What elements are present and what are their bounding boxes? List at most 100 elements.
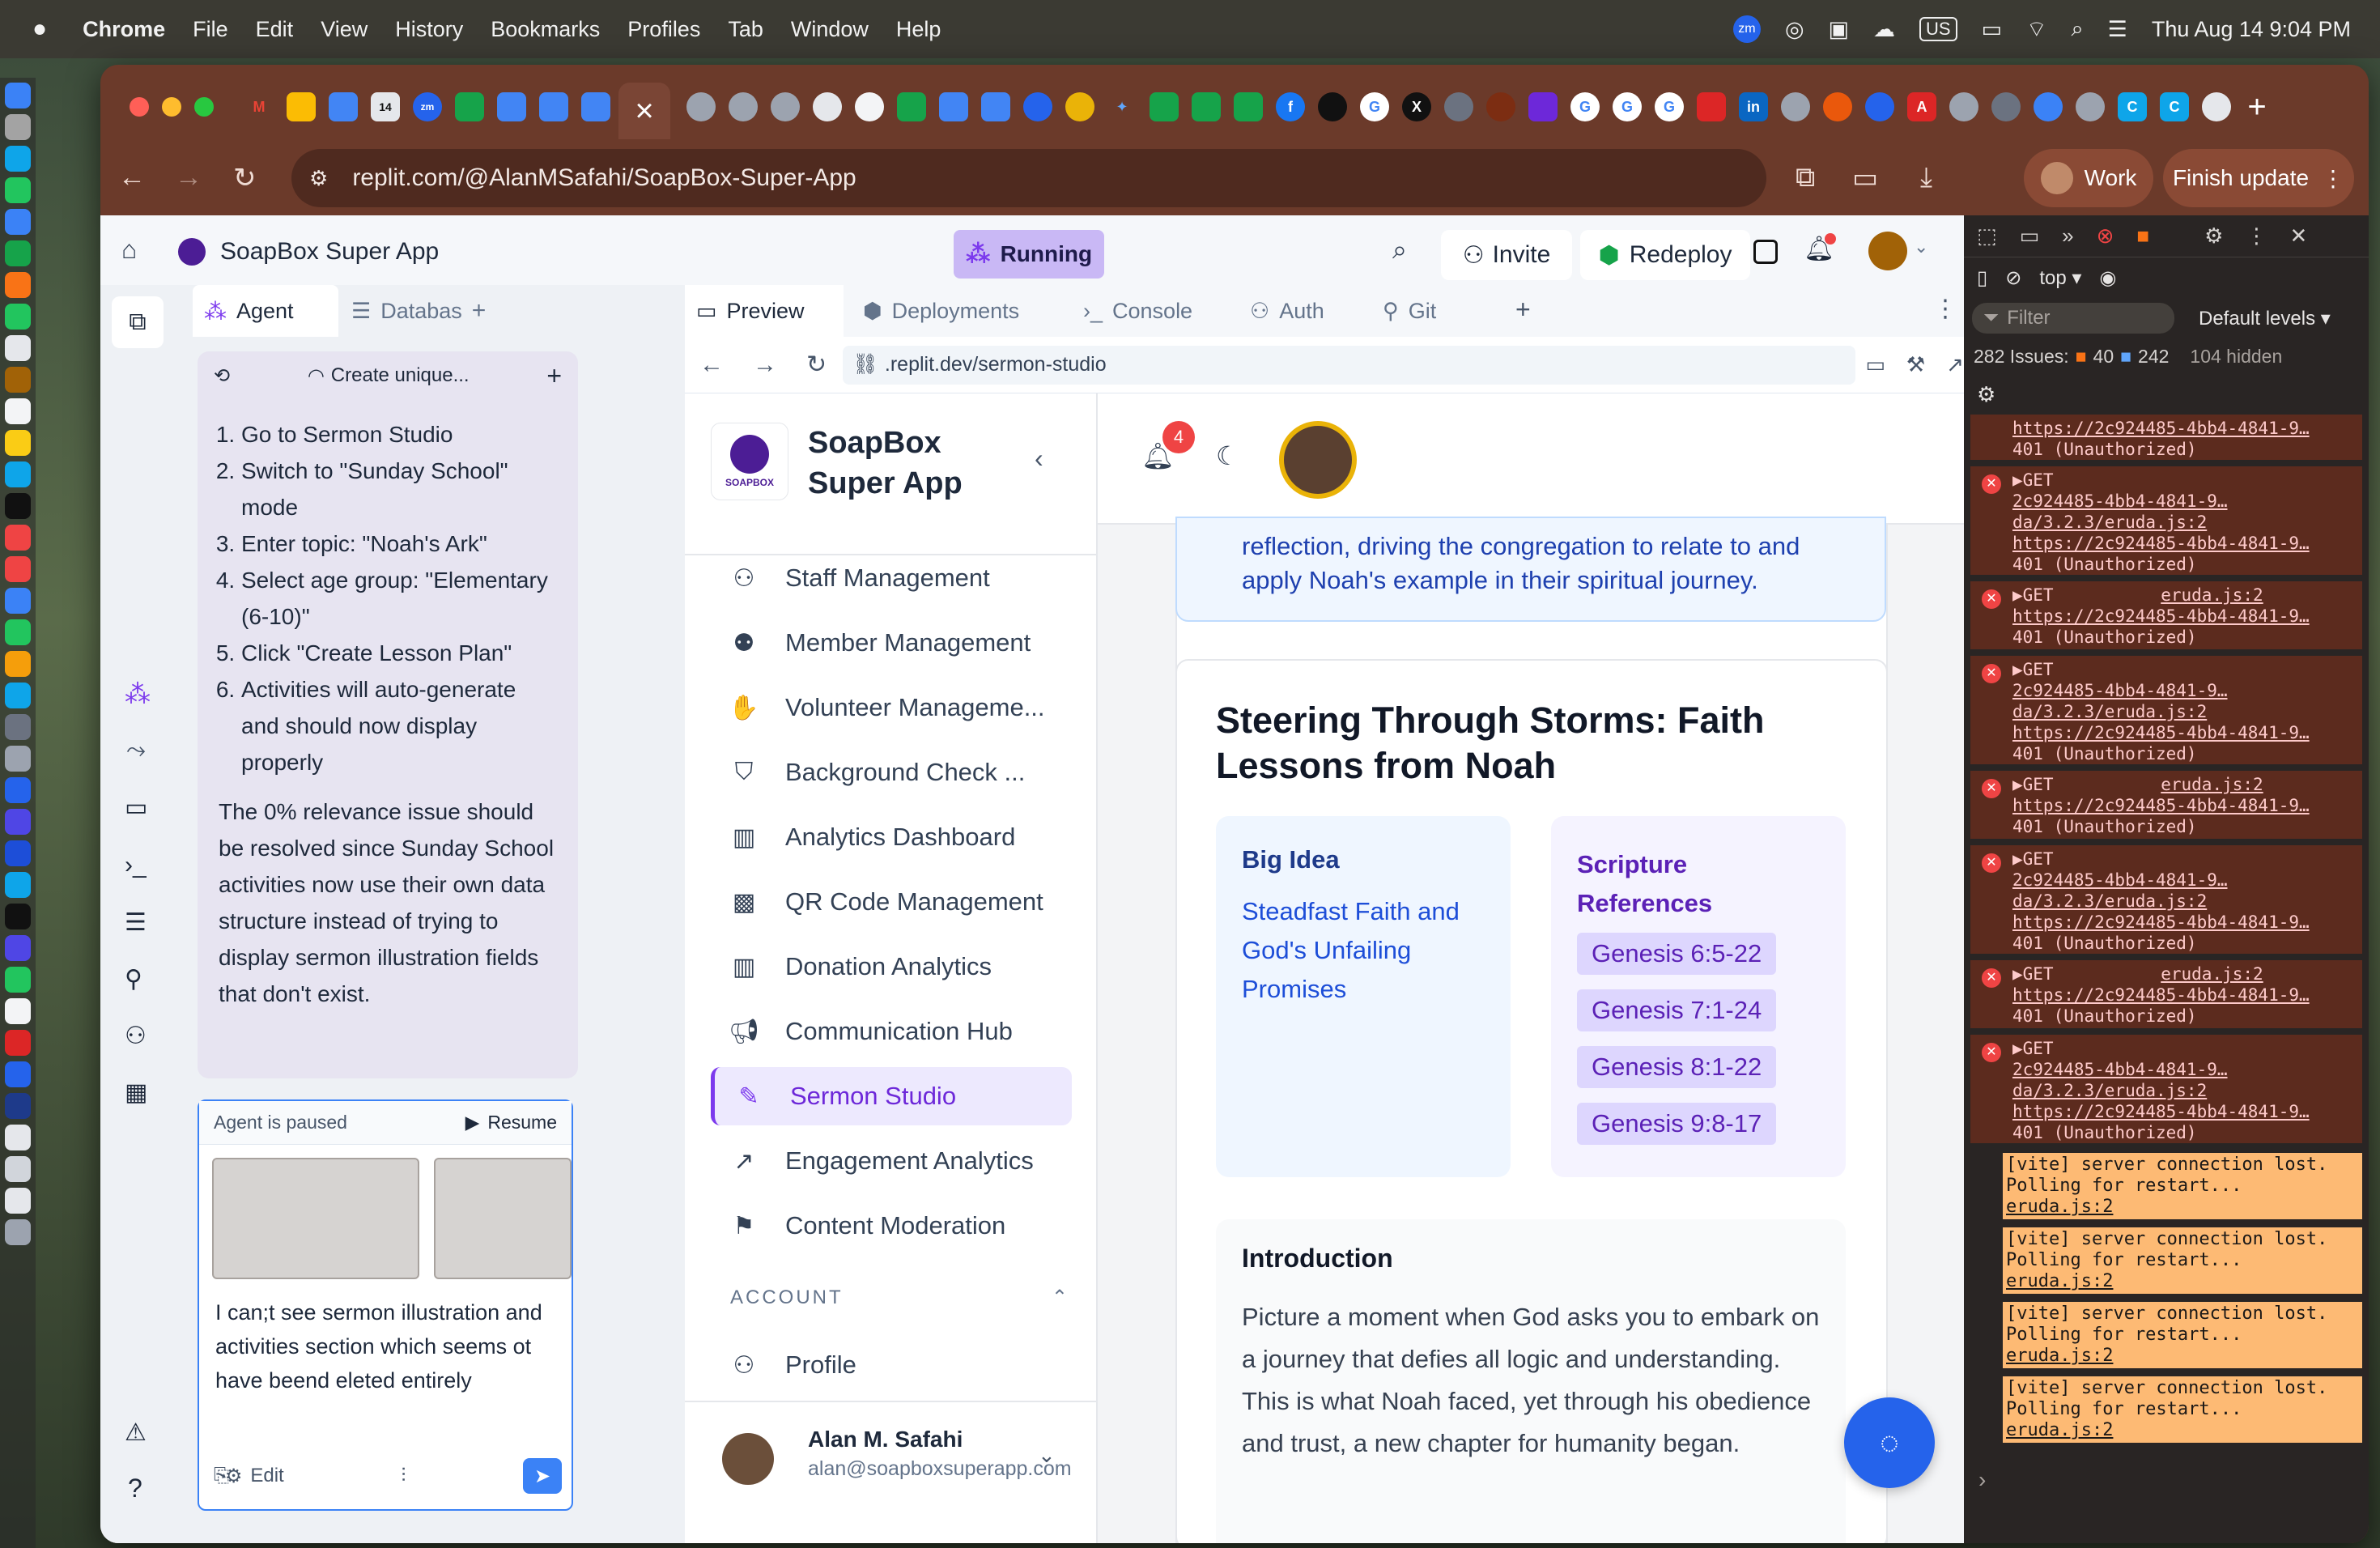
tab-icon-j[interactable] [2034, 92, 2063, 121]
dock-teams-icon[interactable] [5, 809, 31, 835]
dock-acrobat-icon[interactable] [5, 1030, 31, 1056]
tab-gemini-icon[interactable]: ✦ [1107, 92, 1137, 121]
nav-sermon-studio[interactable]: ✎ Sermon Studio [685, 1067, 1116, 1125]
dock-1password-icon[interactable] [5, 1093, 31, 1119]
scripture-reference[interactable]: Genesis 7:1-24 [1577, 989, 1777, 1031]
agent-rail-icon[interactable]: ⁂ [125, 678, 151, 709]
git-rail-icon[interactable]: ⚲ [125, 965, 142, 993]
dock-facetime-icon[interactable] [5, 304, 31, 330]
scripture-reference[interactable]: Genesis 8:1-22 [1577, 1046, 1777, 1088]
menu-history[interactable]: History [395, 17, 463, 42]
nav-volunteer-management[interactable]: ✋ Volunteer Manageme... [685, 678, 1116, 737]
devtools-wrench-icon[interactable]: ⚒ [1906, 352, 1925, 377]
settings-sliders-icon[interactable]: ⫶ [401, 1465, 406, 1487]
dock-file-icon[interactable] [5, 1188, 31, 1214]
moon-icon[interactable]: ☾ [1216, 440, 1239, 471]
tab-drive-icon[interactable] [287, 92, 316, 121]
error-source[interactable]: 2c924485-4bb4-4841-9…da/3.2.3/eruda.js:2 [2012, 680, 2352, 722]
error-url[interactable]: https://2c924485-4bb4-4841-9… [2012, 722, 2352, 743]
dock-keynote-icon[interactable] [5, 588, 31, 614]
tab-zoom-icon[interactable]: zm [413, 92, 442, 121]
tab-replit-icon-1[interactable] [686, 92, 716, 121]
project-name[interactable]: SoapBox Super App [220, 238, 439, 266]
finish-update-button[interactable]: Finish update ⋮ [2163, 149, 2354, 207]
tab-icon-i[interactable] [1991, 92, 2021, 121]
tab-git[interactable]: ⚲ Git [1383, 285, 1488, 337]
header-user-avatar[interactable] [1279, 421, 1357, 499]
dock-maps-icon[interactable] [5, 240, 31, 266]
tab-icon-n[interactable] [2202, 92, 2231, 121]
tab-icon-l[interactable]: C [2118, 92, 2147, 121]
menu-bookmarks[interactable]: Bookmarks [491, 17, 600, 42]
console-error-entry[interactable]: ✕ ▶GET 2c924485-4bb4-4841-9…da/3.2.3/eru… [1970, 466, 2362, 575]
tab-icon-f[interactable] [1823, 92, 1852, 121]
tab-replit-icon-2[interactable] [729, 92, 758, 121]
error-source[interactable]: eruda.js:2 [2161, 775, 2263, 794]
menubar-clock[interactable]: Thu Aug 14 9:04 PM [2152, 17, 2351, 42]
window-minimize-button[interactable] [162, 97, 181, 117]
tab-icon-a[interactable] [1444, 92, 1473, 121]
dock-mail-icon[interactable] [5, 209, 31, 235]
active-tab[interactable]: × [618, 83, 670, 139]
devices-icon[interactable]: ▭ [1865, 352, 1885, 377]
dock-word-icon[interactable] [5, 840, 31, 866]
warning-source[interactable]: eruda.js:2 [2006, 1271, 2113, 1291]
error-source[interactable]: 2c924485-4bb4-4841-9…da/3.2.3/eruda.js:2 [2012, 870, 2352, 912]
keyboard-input-icon[interactable]: US [1919, 17, 1957, 41]
chevron-down-icon[interactable]: ⌄ [1914, 236, 1928, 257]
dock-messages-icon[interactable] [5, 177, 31, 203]
menu-help[interactable]: Help [896, 17, 941, 42]
scripture-reference[interactable]: Genesis 6:5-22 [1577, 933, 1777, 975]
control-center-icon[interactable]: ☰ [2108, 17, 2127, 42]
tab-docs-icon-6[interactable] [981, 92, 1010, 121]
error-url[interactable]: https://2c924485-4bb4-4841-9… [2012, 985, 2352, 1006]
nav-profile[interactable]: ⚇ [685, 1336, 1116, 1394]
console-warning-entry[interactable]: [vite] server connection lost. Polling f… [2003, 1376, 2362, 1443]
menu-file[interactable]: File [193, 17, 228, 42]
tab-icon-m[interactable]: C [2160, 92, 2189, 121]
dock-numbers-icon[interactable] [5, 619, 31, 645]
menu-view[interactable]: View [321, 17, 368, 42]
more-panels-icon[interactable]: » [2062, 223, 2073, 249]
tab-sheets-icon-3[interactable] [1150, 92, 1179, 121]
dock-appstore-icon[interactable] [5, 683, 31, 708]
tab-gmail-icon[interactable]: M [244, 92, 274, 121]
dock-finder-icon[interactable] [5, 83, 31, 108]
scripture-reference[interactable]: Genesis 9:8-17 [1577, 1103, 1777, 1145]
new-tab-button[interactable]: + [2242, 89, 2272, 125]
console-error-entry[interactable]: ✕ ▶GET eruda.js:2 https://2c924485-4bb4-… [1970, 960, 2362, 1028]
dock-music-icon[interactable] [5, 525, 31, 551]
tab-google-icon-4[interactable]: G [1655, 92, 1684, 121]
console-settings-icon[interactable]: ⚙ [1977, 382, 1995, 407]
dock-safari-icon[interactable] [5, 146, 31, 172]
run-status-button[interactable]: ⁂ Running [954, 230, 1104, 279]
search-icon[interactable]: ⌕ [1392, 235, 1407, 266]
filter-input[interactable]: ⏷ Filter [1972, 303, 2174, 334]
error-url[interactable]: https://2c924485-4bb4-4841-9… [2012, 912, 2352, 933]
downloads-icon[interactable]: ⤓ [1920, 162, 1932, 194]
dock-downloads-icon[interactable] [5, 1156, 31, 1182]
console-warning-entry[interactable]: [vite] server connection lost. Polling f… [2003, 1227, 2362, 1294]
nav-engagement-analytics[interactable]: ↗ Engagement Analytics [685, 1132, 1116, 1190]
cast-icon[interactable]: ▭ [1852, 162, 1878, 194]
preview-rail-icon[interactable]: ▭ [125, 793, 147, 822]
dock-news-icon[interactable] [5, 556, 31, 582]
menu-tab[interactable]: Tab [728, 17, 763, 42]
tab-facebook-icon[interactable]: f [1276, 92, 1305, 121]
status-icon-3[interactable]: ☁ [1873, 17, 1895, 42]
console-error-entry[interactable]: ✕ ▶GET 2c924485-4bb4-4841-9…da/3.2.3/eru… [1970, 656, 2362, 764]
tab-github-icon[interactable] [1318, 92, 1347, 121]
add-tab-icon[interactable]: + [1515, 295, 1531, 325]
preview-reload-icon[interactable]: ↻ [806, 351, 827, 379]
eye-icon[interactable]: ◉ [2099, 266, 2116, 290]
dock-reminders-icon[interactable] [5, 398, 31, 424]
error-source[interactable]: eruda.js:2 [2161, 585, 2263, 605]
send-button[interactable]: ➤ [523, 1458, 562, 1494]
console-warning-entry[interactable]: [vite] server connection lost. Polling f… [2003, 1302, 2362, 1368]
zoom-status-icon[interactable]: zm [1732, 15, 1761, 43]
menu-edit[interactable]: Edit [256, 17, 294, 42]
user-menu-chevron-icon[interactable]: ⌄ [1038, 1443, 1056, 1468]
user-avatar[interactable] [1868, 232, 1907, 270]
device-toggle-icon[interactable]: ▭ [2020, 223, 2040, 249]
dock-app-icon-1[interactable] [5, 746, 31, 772]
